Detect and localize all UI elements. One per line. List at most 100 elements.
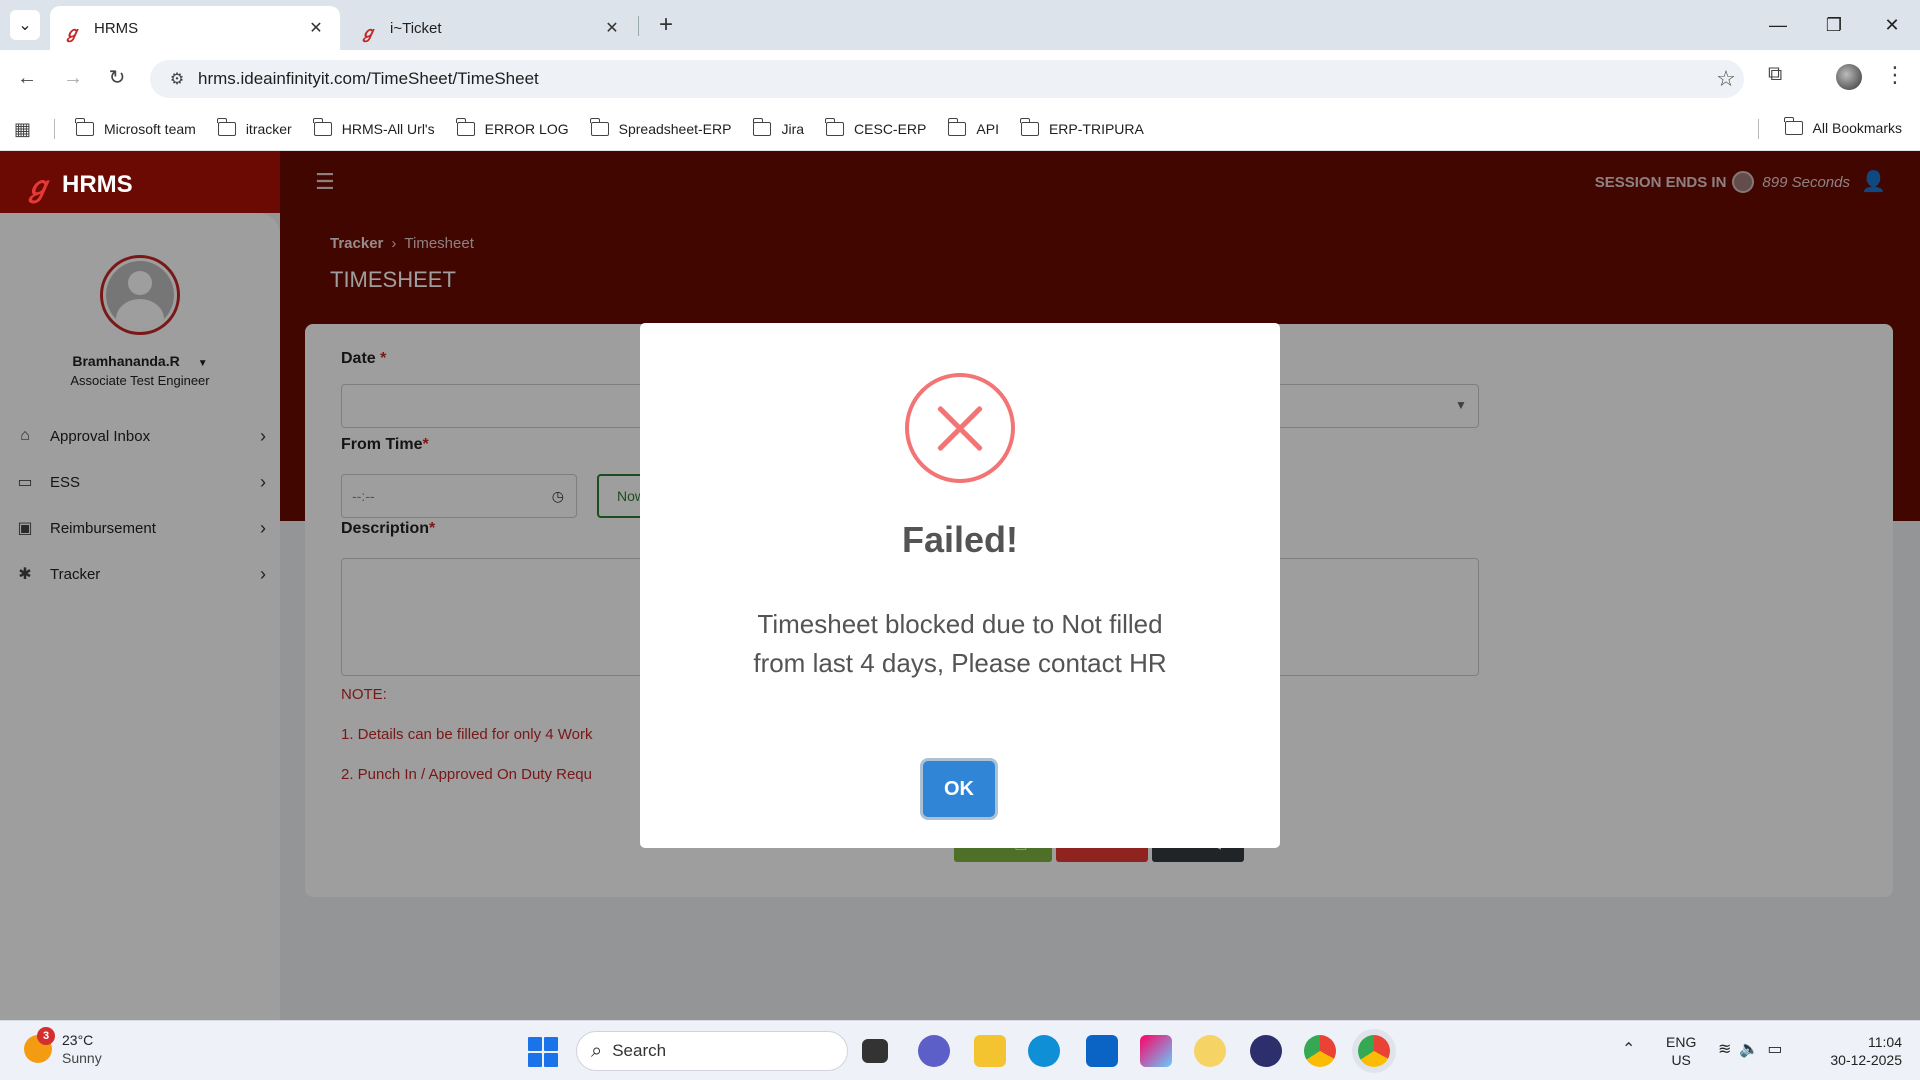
iticket-favicon: ℊ: [360, 25, 377, 42]
bookmark-item[interactable]: CESC-ERP: [825, 118, 927, 137]
chrome-active-icon[interactable]: [1358, 1035, 1390, 1067]
bookmark-item[interactable]: Microsoft team: [75, 118, 196, 137]
tray-overflow-icon[interactable]: ⌃: [1622, 1039, 1635, 1059]
tab-search-button[interactable]: ⌄: [10, 10, 40, 40]
bookmark-item[interactable]: ERROR LOG: [456, 118, 569, 137]
all-bookmarks-label: All Bookmarks: [1812, 120, 1902, 136]
bookmark-label: itracker: [245, 121, 292, 137]
hrms-favicon: ℊ: [64, 25, 81, 42]
back-button[interactable]: ←: [12, 63, 42, 93]
close-tab-icon[interactable]: ✕: [306, 18, 326, 38]
all-bookmarks-button[interactable]: All Bookmarks: [1783, 117, 1902, 136]
windows-start-icon[interactable]: [528, 1037, 558, 1067]
volume-mute-icon: 🔈: [1739, 1041, 1768, 1058]
eclipse-icon[interactable]: [1250, 1035, 1282, 1067]
extensions-icon[interactable]: ⧉: [1768, 63, 1782, 86]
close-tab-icon[interactable]: ✕: [602, 18, 622, 38]
weather-condition: Sunny: [62, 1050, 102, 1066]
tab-iticket[interactable]: ℊ i~Ticket ✕: [346, 6, 636, 50]
search-icon: ⌕: [591, 1039, 603, 1062]
bookmarks-bar: ▦ Microsoft team itracker HRMS-All Url's ER…: [0, 107, 1920, 151]
bookmark-item[interactable]: ERP-TRIPURA: [1020, 118, 1144, 137]
hrms-logo[interactable]: ℊ HRMS: [24, 165, 133, 205]
folder-icon: [752, 118, 772, 136]
url-text[interactable]: hrms.ideainfinityit.com/TimeSheet/TimeSh…: [198, 69, 1708, 89]
bookmark-item[interactable]: API: [947, 118, 999, 137]
logo-mark-icon: ℊ: [24, 171, 53, 202]
bookmark-label: API: [976, 121, 999, 137]
brand-name: HRMS: [62, 171, 133, 198]
close-window-button[interactable]: ✕: [1872, 10, 1912, 40]
clock-time: 11:04: [1868, 1034, 1902, 1050]
bookmark-label: Microsoft team: [104, 121, 196, 137]
folder-icon: [590, 118, 609, 136]
bookmark-label: Jira: [781, 121, 805, 137]
bookmark-label: CESC-ERP: [854, 121, 927, 137]
chrome-icon[interactable]: [1304, 1035, 1336, 1067]
site-settings-icon[interactable]: ⚙: [162, 69, 192, 89]
clock-date: 30-12-2025: [1830, 1052, 1902, 1068]
browser-tabstrip: ⌄ ℊ HRMS ✕ ℊ i~Ticket ✕ + — ❐ ✕: [0, 0, 1920, 50]
bookmark-star-icon[interactable]: ☆: [1708, 66, 1744, 92]
bookmark-separator: [1758, 119, 1759, 139]
system-tray[interactable]: ≋🔈▭: [1718, 1039, 1790, 1059]
tab-separator: [638, 16, 639, 36]
bookmark-separator: [54, 119, 55, 139]
folder-icon: [217, 118, 236, 136]
weather-widget[interactable]: 3 23°C Sunny: [24, 1027, 102, 1067]
taskbar-clock[interactable]: 11:04 30-12-2025: [1812, 1033, 1902, 1069]
reload-button[interactable]: ↻: [102, 63, 132, 93]
teams-icon[interactable]: [918, 1035, 950, 1067]
folder-icon: [1783, 117, 1803, 135]
edge-icon[interactable]: [1028, 1035, 1060, 1067]
dialog-title: Failed!: [901, 519, 1018, 560]
copilot-icon[interactable]: [1140, 1035, 1172, 1067]
tab-hrms[interactable]: ℊ HRMS ✕: [50, 6, 340, 50]
wifi-icon: ≋: [1718, 1041, 1740, 1058]
folder-icon: [947, 118, 967, 136]
lang-line2: US: [1671, 1052, 1691, 1068]
folder-icon: [313, 118, 332, 136]
notification-badge: 3: [37, 1027, 55, 1045]
weather-temp: 23°C: [62, 1032, 94, 1048]
apps-grid-icon[interactable]: ▦: [14, 119, 31, 140]
restore-button[interactable]: ❐: [1814, 10, 1854, 40]
task-view-icon[interactable]: [862, 1039, 888, 1063]
file-explorer-icon[interactable]: [974, 1035, 1006, 1067]
minimize-button[interactable]: —: [1758, 10, 1798, 40]
header-overlay: [280, 151, 1920, 213]
bookmark-label: Spreadsheet-ERP: [618, 121, 732, 137]
folder-icon: [1020, 118, 1039, 136]
app-icon[interactable]: [1194, 1035, 1226, 1067]
browser-menu-icon[interactable]: ⋮: [1884, 62, 1906, 88]
sun-icon: 3: [24, 1027, 55, 1063]
bookmark-list: Microsoft team itracker HRMS-All Url's ERRO…: [75, 107, 1166, 151]
forward-button[interactable]: →: [58, 63, 88, 93]
bookmark-label: ERROR LOG: [484, 121, 569, 137]
language-indicator[interactable]: ENG US: [1666, 1033, 1696, 1069]
new-tab-button[interactable]: +: [652, 12, 680, 38]
ok-button[interactable]: OK: [923, 761, 995, 817]
folder-icon: [456, 118, 475, 136]
bookmark-label: ERP-TRIPURA: [1048, 121, 1144, 137]
bookmark-item[interactable]: itracker: [217, 118, 292, 137]
bookmark-item[interactable]: Spreadsheet-ERP: [590, 118, 732, 137]
browser-toolbar: ← → ↻ ⚙ hrms.ideainfinityit.com/TimeShee…: [0, 50, 1920, 107]
folder-icon: [75, 118, 94, 136]
dialog-message: Timesheet blocked due to Not filled from…: [753, 609, 1167, 678]
outlook-icon[interactable]: [1086, 1035, 1118, 1067]
tab-title: HRMS: [94, 19, 139, 37]
tab-title: i~Ticket: [390, 19, 442, 37]
search-placeholder: Search: [612, 1041, 667, 1060]
windows-taskbar: 3 23°C Sunny ⌕ Search ⌃ ENG US ≋🔈▭ 11:04…: [0, 1020, 1920, 1080]
error-x-icon: [905, 373, 1015, 483]
error-dialog: Failed! Timesheet blocked due to Not fil…: [640, 323, 1280, 848]
folder-icon: [825, 118, 845, 136]
profile-avatar[interactable]: [1836, 64, 1862, 90]
bookmark-label: HRMS-All Url's: [341, 121, 435, 137]
address-bar[interactable]: ⚙ hrms.ideainfinityit.com/TimeSheet/Time…: [150, 60, 1744, 98]
bookmark-item[interactable]: HRMS-All Url's: [313, 118, 435, 137]
taskbar-search[interactable]: ⌕ Search: [576, 1031, 848, 1071]
lang-line1: ENG: [1666, 1034, 1697, 1050]
bookmark-item[interactable]: Jira: [752, 118, 805, 137]
